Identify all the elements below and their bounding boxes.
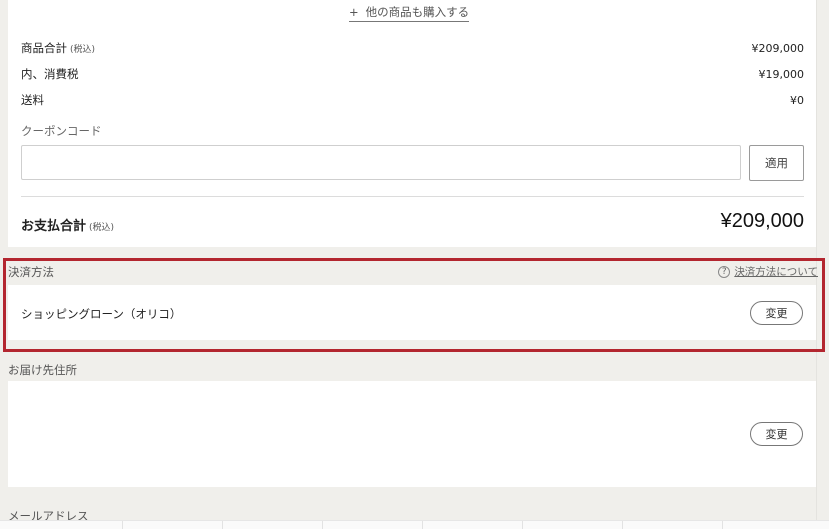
shipping-value: ¥0 <box>790 94 804 107</box>
subtotal-label: 商品合計 <box>21 41 67 55</box>
tax-label: 内、消費税 <box>21 67 79 81</box>
bottom-grid-strip <box>0 520 829 529</box>
grid-line <box>722 521 723 529</box>
checkout-page: + 他の商品も購入する 商品合計 (税込) ¥209,000 内、消費税 ¥19,0… <box>0 0 829 529</box>
total-value: ¥209,000 <box>720 210 804 232</box>
subtotal-value: ¥209,000 <box>751 42 805 55</box>
grid-line <box>522 521 523 529</box>
shipping-address-heading: お届け先住所 <box>8 363 77 377</box>
order-summary-card: + 他の商品も購入する 商品合計 (税込) ¥209,000 内、消費税 ¥19,0… <box>8 0 816 247</box>
total-label-group: お支払合計 (税込) <box>21 215 114 234</box>
tax-row: 内、消費税 ¥19,000 <box>21 66 804 82</box>
tax-value: ¥19,000 <box>758 68 805 81</box>
grid-line <box>422 521 423 529</box>
grid-line <box>622 521 623 529</box>
grid-line <box>222 521 223 529</box>
shipping-label: 送料 <box>21 93 44 107</box>
subtotal-tax-note: (税込) <box>70 45 96 55</box>
grid-line <box>322 521 323 529</box>
subtotal-row: 商品合計 (税込) ¥209,000 <box>21 40 804 56</box>
subtotal-label-group: 商品合計 (税込) <box>21 40 95 56</box>
grid-line <box>122 521 123 529</box>
plus-icon: + <box>349 5 359 19</box>
summary-divider <box>21 196 804 197</box>
total-label: お支払合計 <box>21 219 87 234</box>
add-more-products-label: 他の商品も購入する <box>365 5 470 19</box>
coupon-code-input[interactable] <box>21 145 741 180</box>
change-address-button[interactable]: 変更 <box>750 422 803 446</box>
payment-highlight-frame <box>3 258 825 352</box>
add-more-products-link[interactable]: + 他の商品も購入する <box>349 4 470 22</box>
shipping-address-card: 変更 <box>8 381 816 487</box>
shipping-row: 送料 ¥0 <box>21 92 804 108</box>
coupon-code-label: クーポンコード <box>21 124 102 138</box>
total-tax-note: (税込) <box>89 223 115 233</box>
apply-coupon-button[interactable]: 適用 <box>749 145 804 181</box>
